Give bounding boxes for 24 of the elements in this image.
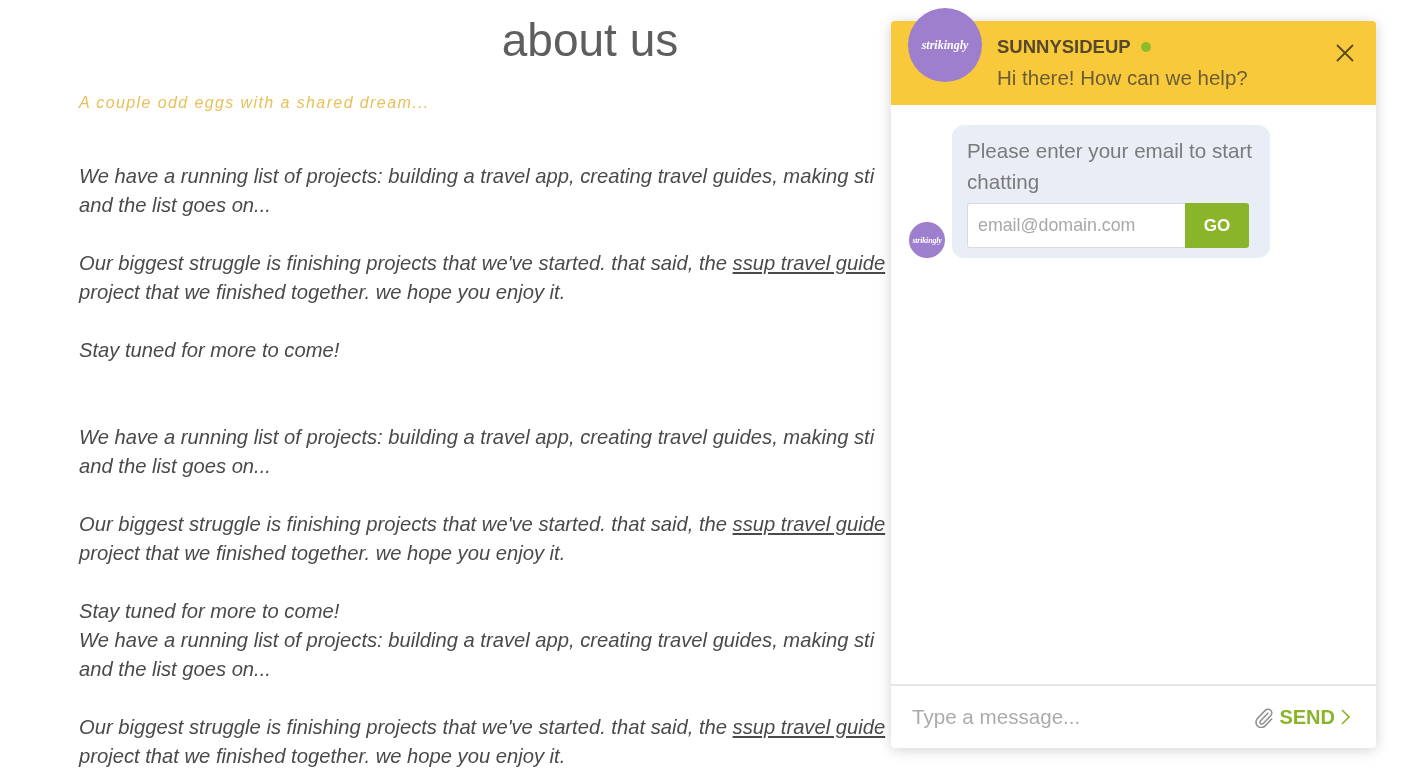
- body-paragraph: Stay tuned for more to come! We have a running list of projects: building a travel app, creating travel guides, making sti and the list goes on...: [79, 599, 875, 682]
- chat-greeting: Hi there! How can we help?: [997, 66, 1249, 90]
- tagline: A couple odd eggs with a shared dream...: [79, 93, 430, 113]
- body-paragraph: Our biggest struggle is finishing projects that we've started. that said, the ssup travel guide project that we finished together. we hope you enjoy it.: [79, 512, 886, 566]
- attach-button[interactable]: [1254, 706, 1274, 728]
- text-link[interactable]: ssup travel guide: [732, 716, 886, 738]
- message-text: Please enter your email to start chatting: [967, 138, 1253, 195]
- page-title: about us: [501, 14, 679, 66]
- chat-name: SUNNYSIDEUP: [997, 36, 1131, 58]
- close-button[interactable]: [1335, 43, 1355, 63]
- close-icon: [1336, 44, 1354, 62]
- message-input[interactable]: Type a message...: [912, 700, 1255, 734]
- text-link[interactable]: ssup travel guide: [732, 252, 886, 274]
- logo-avatar: strikingly: [909, 222, 945, 258]
- body-paragraph: Our biggest struggle is finishing projects that we've started. that said, the ssup travel guide project that we finished together. we hope you enjoy it.: [79, 715, 886, 769]
- chevron-icon: [1341, 709, 1350, 725]
- email-input[interactable]: email@domain.com: [967, 203, 1185, 248]
- body-paragraph: We have a running list of projects: building a travel app, creating travel guides, making sti and the list goes on...: [79, 164, 875, 218]
- body-paragraph: Our biggest struggle is finishing projects that we've started. that said, the ssup travel guide project that we finished together. we hope you enjoy it.: [79, 251, 886, 305]
- body-paragraph: Stay tuned for more to come!: [79, 338, 340, 363]
- logo-avatar: strikingly: [908, 8, 982, 82]
- body-paragraph: We have a running list of projects: building a travel app, creating travel guides, making sti and the list goes on...: [79, 425, 875, 479]
- text-link[interactable]: ssup travel guide: [732, 513, 886, 535]
- paperclip-icon: [1254, 706, 1274, 728]
